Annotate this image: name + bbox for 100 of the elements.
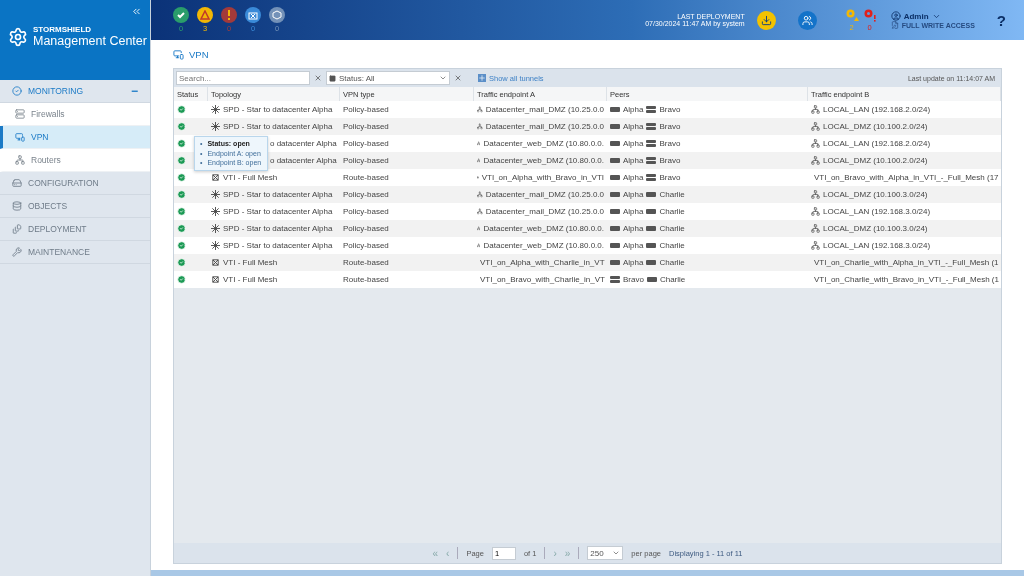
- cube-icon: [272, 10, 282, 20]
- firewall-icon: [610, 124, 620, 129]
- endpoint-name: LOCAL_LAN (192.168.2.0/24): [823, 105, 931, 114]
- endpoint-name: Datacenter_mail_DMZ (10.25.0.0: [485, 207, 604, 216]
- check-circle-icon: [177, 258, 186, 267]
- endpoint-name: LOCAL_DMZ (10.100.3.0/24): [823, 224, 928, 233]
- peer-name: Bravo: [623, 275, 644, 284]
- star-topology-icon: [211, 241, 220, 250]
- firewall-icon: [646, 260, 657, 265]
- firewall-icon: [610, 158, 620, 163]
- endpoint-name: Datacenter_mail_DMZ (10.25.0.0: [485, 190, 604, 199]
- firewall-icon: [15, 109, 25, 119]
- topology-name: o datacenter Alpha: [270, 139, 337, 148]
- sidebar-item[interactable]: VPN: [0, 126, 150, 149]
- caret-icon: [612, 549, 621, 557]
- warning-icon: [200, 10, 210, 20]
- peer-name: Alpha: [623, 224, 644, 233]
- puzzle-icon: [248, 10, 258, 20]
- endpoint-name: Datacenter_web_DMZ (10.80.0.0.: [483, 224, 604, 233]
- status-badge[interactable]: [269, 7, 285, 23]
- network-icon: [477, 224, 481, 233]
- topology-name: SPD - Star to datacenter Alpha: [223, 224, 333, 233]
- peer-name: Charlie: [659, 224, 685, 233]
- status-badge[interactable]: [221, 7, 237, 23]
- peer-name: Alpha: [623, 207, 644, 216]
- vpn-icon: [173, 48, 184, 60]
- database-icon: [12, 201, 22, 211]
- endpoint-name: VTI_on_Alpha_with_Bravo_in_VTI: [481, 173, 604, 182]
- sidebar-item[interactable]: Routers: [0, 149, 150, 172]
- star-topology-icon: [211, 105, 220, 114]
- peer-name: Bravo: [659, 173, 681, 182]
- search-field[interactable]: Search...: [176, 71, 310, 85]
- monitoring-icon: [12, 86, 22, 96]
- firewall-cluster-icon: [646, 122, 657, 131]
- vpn-type: Route-based: [343, 275, 389, 284]
- firewall-icon: [610, 243, 620, 248]
- firewall-icon: [646, 277, 657, 282]
- vpn-type: Policy-based: [343, 241, 389, 250]
- mesh-topology-icon: [211, 258, 220, 267]
- peer-name: Bravo: [659, 139, 681, 148]
- help-button[interactable]: ?: [990, 10, 1012, 30]
- check-circle-icon: [177, 275, 186, 284]
- exclamation-icon: [227, 10, 231, 20]
- vpn-type: Policy-based: [343, 139, 389, 148]
- firewall-icon: [646, 209, 657, 214]
- topology-name: SPD - Star to datacenter Alpha: [223, 122, 333, 131]
- endpoint-name: Datacenter_web_DMZ (10.80.0.0.: [483, 156, 604, 165]
- vpn-type: Policy-based: [343, 122, 389, 131]
- check-circle-icon: [177, 241, 186, 250]
- firewall-icon: [610, 192, 620, 197]
- status-dropdown[interactable]: Status: All: [326, 71, 450, 85]
- endpoint-name: VTI_on_Bravo_with_Alpha_in_VTI_-_Full_Mesh (17: [814, 173, 999, 182]
- endpoint-name: LOCAL_DMZ (10.100.2.0/24): [823, 122, 928, 131]
- collapse-toggle[interactable]: −: [131, 84, 138, 98]
- check-circle-icon: [177, 190, 186, 199]
- sidebar-item[interactable]: Firewalls: [0, 103, 150, 126]
- network-icon: [811, 207, 820, 216]
- deploy-button[interactable]: [756, 10, 776, 30]
- device-icon: [12, 178, 22, 188]
- topology-name: VTI - Full Mesh: [223, 173, 278, 182]
- peer-name: Bravo: [659, 156, 681, 165]
- network-icon: [811, 190, 820, 199]
- topology-name: SPD - Star to datacenter Alpha: [223, 190, 333, 199]
- endpoint-name: LOCAL_LAN (192.168.2.0/24): [823, 139, 931, 148]
- firewall-icon: [610, 209, 620, 214]
- topology-name: SPD - Star to datacenter Alpha: [223, 105, 333, 114]
- network-icon: [811, 139, 820, 148]
- topology-name: SPD - Star to datacenter Alpha: [223, 207, 333, 216]
- page-size-dropdown[interactable]: 250: [587, 546, 624, 560]
- star-topology-icon: [211, 207, 220, 216]
- vpn-type: Policy-based: [343, 190, 389, 199]
- endpoint-name: VTI_on_Bravo_with_Charlie_in_VT: [480, 275, 605, 284]
- status-badge[interactable]: [245, 7, 261, 23]
- peer-name: Alpha: [623, 156, 644, 165]
- mesh-topology-icon: [211, 275, 220, 284]
- check-circle-icon: [177, 139, 186, 148]
- peer-name: Charlie: [659, 190, 685, 199]
- network-icon: [811, 156, 820, 165]
- network-icon: [477, 190, 483, 199]
- vpn-icon: [15, 132, 25, 142]
- endpoint-name: Datacenter_mail_DMZ (10.25.0.0: [485, 122, 604, 131]
- status-badge[interactable]: [197, 7, 213, 23]
- status-badge[interactable]: [173, 7, 189, 23]
- firewall-cluster-icon: [610, 275, 620, 284]
- firewall-icon: [610, 107, 620, 112]
- endpoint-name: VTI_on_Charlie_with_Bravo_in_VTI_-_Full_Mesh (1: [814, 275, 999, 284]
- users-button[interactable]: [797, 10, 817, 30]
- network-icon: [811, 224, 820, 233]
- collapse-button[interactable]: [131, 6, 142, 17]
- endpoint-name: LOCAL_DMZ (10.100.2.0/24): [823, 156, 928, 165]
- firewall-cluster-icon: [646, 139, 657, 148]
- network-icon: [811, 122, 820, 131]
- topology-name: VTI - Full Mesh: [223, 275, 278, 284]
- user-menu[interactable]: Admin: [890, 11, 975, 21]
- firewall-cluster-icon: [646, 105, 657, 114]
- check-circle-icon: [177, 173, 186, 182]
- vpn-type: Route-based: [343, 173, 389, 182]
- endpoint-name: VTI_on_Charlie_with_Alpha_in_VTI_-_Full_Mesh (1: [814, 258, 999, 267]
- network-icon: [477, 105, 483, 114]
- firewall-icon: [646, 243, 657, 248]
